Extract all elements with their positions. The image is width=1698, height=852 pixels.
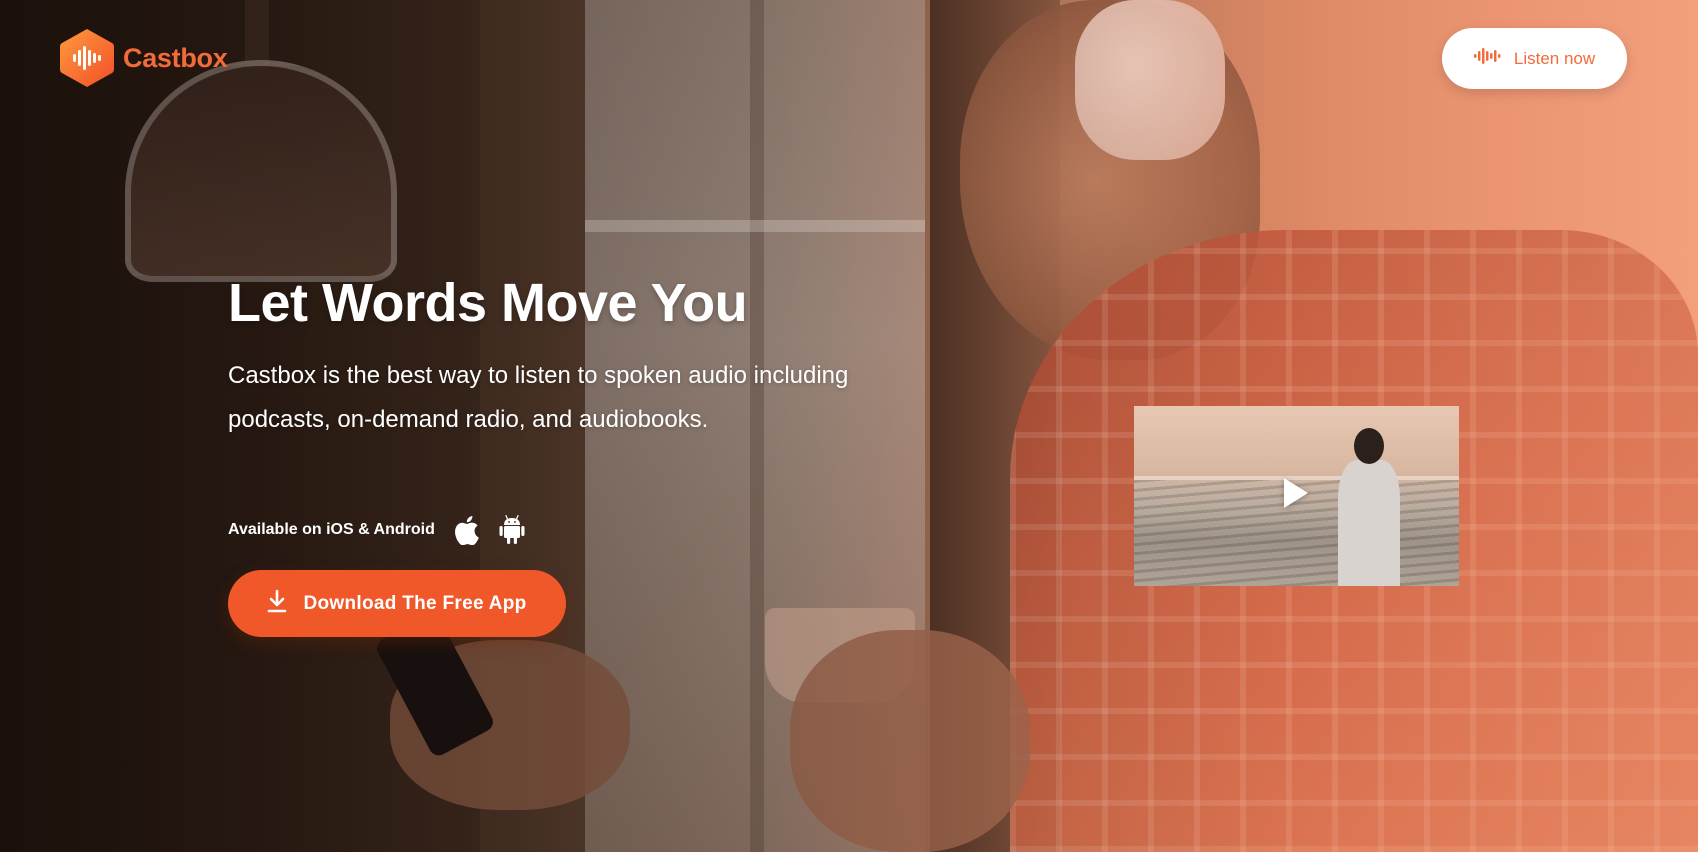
video-runner-figure	[1334, 428, 1404, 586]
castbox-logo[interactable]: Castbox	[59, 27, 228, 89]
download-icon	[267, 589, 287, 618]
hero-subheadline: Castbox is the best way to listen to spo…	[228, 362, 849, 433]
play-icon[interactable]	[1284, 478, 1308, 508]
availability-text: Available on iOS & Android	[228, 521, 435, 538]
platform-availability: Available on iOS & Android	[228, 515, 527, 545]
hero-headline: Let Words Move You	[228, 273, 748, 333]
apple-icon[interactable]	[451, 515, 481, 545]
hero-section: Castbox Listen now Let Words Move You Ca…	[0, 0, 1698, 852]
brand-name: Castbox	[123, 42, 228, 73]
download-app-button[interactable]: Download The Free App	[228, 570, 566, 637]
android-icon[interactable]	[497, 515, 527, 545]
video-thumbnail[interactable]	[1134, 406, 1459, 586]
listen-now-label: Listen now	[1513, 48, 1596, 68]
download-app-label: Download The Free App	[303, 592, 527, 614]
castbox-logo-icon	[59, 27, 115, 89]
soundwave-icon	[1473, 47, 1502, 70]
listen-now-button[interactable]: Listen now	[1442, 28, 1627, 89]
